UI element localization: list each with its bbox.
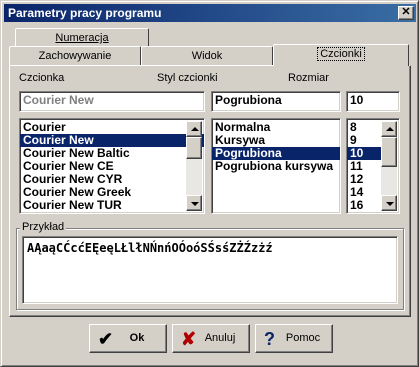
- font-style-value: Pogrubiona: [215, 93, 282, 107]
- scroll-thumb[interactable]: [381, 137, 397, 167]
- tab-widok[interactable]: Widok: [141, 46, 273, 66]
- arrow-down-icon: [191, 202, 199, 206]
- scroll-down-button[interactable]: [186, 195, 202, 211]
- preview-sample-text: AĄaąCĆcćEĘeęLŁlłNŃnńOÓoóSŚsśZŻŹzżź: [27, 241, 273, 255]
- tab-widok-label: Widok: [191, 50, 223, 62]
- preview-sample-box: AĄaąCĆcćEĘeęLŁlłNŃnńOÓoóSŚsśZŻŹzżź: [22, 236, 398, 304]
- font-size-field[interactable]: 10: [346, 91, 400, 112]
- arrow-up-icon: [386, 127, 394, 131]
- arrow-down-icon: [386, 202, 394, 206]
- close-button[interactable]: ✕: [398, 6, 414, 20]
- cancel-button[interactable]: ✘ Anuluj: [172, 324, 250, 353]
- cancel-button-label: Anuluj: [204, 332, 236, 344]
- font-name-field[interactable]: Courier New: [19, 91, 205, 112]
- size-list[interactable]: 8 9 10 11 12 14 16: [346, 118, 400, 214]
- scroll-up-button[interactable]: [381, 121, 397, 137]
- tab-zachowywanie[interactable]: Zachowywanie: [9, 46, 141, 66]
- scroll-down-button[interactable]: [381, 195, 397, 211]
- tab-czcionki-label: Czcionki: [317, 47, 365, 61]
- dialog-window: Parametry pracy programu ✕ Numeracja Zac…: [0, 0, 419, 367]
- ok-button-label: Ok: [129, 332, 145, 344]
- window-title: Parametry pracy programu: [8, 6, 162, 20]
- title-bar[interactable]: Parametry pracy programu ✕: [4, 4, 416, 22]
- style-label: Styl czcionki: [157, 72, 218, 84]
- tab-zachowywanie-label: Zachowywanie: [38, 50, 112, 62]
- font-name-value: Courier New: [23, 93, 94, 107]
- close-icon: ✕: [401, 6, 411, 18]
- scroll-thumb[interactable]: [186, 137, 202, 159]
- size-list-scrollbar[interactable]: [381, 121, 397, 211]
- style-list[interactable]: Normalna Kursywa Pogrubiona Pogrubiona k…: [211, 118, 341, 214]
- font-list-scrollbar[interactable]: [186, 121, 202, 211]
- scroll-up-button[interactable]: [186, 121, 202, 137]
- tab-czcionki[interactable]: Czcionki: [273, 44, 409, 66]
- style-list-item[interactable]: Pogrubiona kursywa: [212, 160, 340, 173]
- tab-numeracja-label: Numeracja: [55, 32, 109, 44]
- tab-numeracja[interactable]: Numeracja: [15, 28, 149, 48]
- help-button[interactable]: ? Pomoc: [255, 324, 333, 353]
- arrow-up-icon: [191, 127, 199, 131]
- font-style-field[interactable]: Pogrubiona: [211, 91, 341, 112]
- preview-title: Przykład: [20, 221, 67, 233]
- size-label: Rozmiar: [288, 72, 329, 84]
- help-button-label: Pomoc: [285, 332, 321, 344]
- font-label: Czcionka: [19, 72, 65, 84]
- ok-button[interactable]: ✔ Ok: [89, 324, 167, 353]
- font-list-item[interactable]: Courier New TUR: [20, 199, 204, 212]
- tab-panel-czcionki: Czcionka Styl czcionki Rozmiar Courier N…: [9, 65, 411, 317]
- font-size-value: 10: [350, 93, 364, 107]
- font-list[interactable]: Courier Courier New Courier New Baltic C…: [19, 118, 205, 214]
